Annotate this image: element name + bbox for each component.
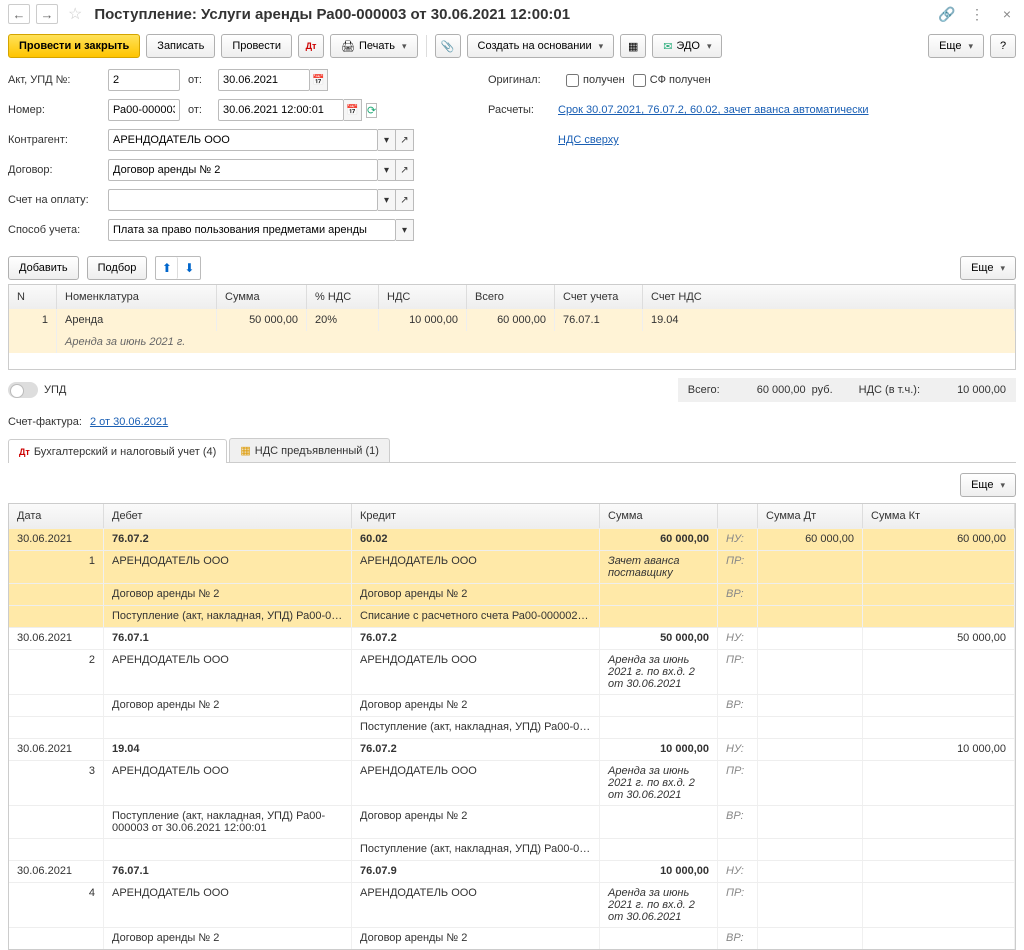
favorite-star-icon[interactable]: ☆ xyxy=(68,4,82,24)
upd-toggle[interactable] xyxy=(8,382,38,398)
print-button[interactable]: 🖨Печать xyxy=(330,34,418,58)
contract-input[interactable] xyxy=(108,159,378,181)
move-up-button[interactable]: ⬆ xyxy=(156,257,178,279)
accounting-grid: Дата Дебет Кредит Сумма Сумма Дт Сумма К… xyxy=(8,503,1016,950)
acc-row[interactable]: 1 АРЕНДОДАТЕЛЬ ООО АРЕНДОДАТЕЛЬ ООО Заче… xyxy=(9,550,1015,583)
acc-row[interactable]: 30.06.2021 19.04 76.07.2 10 000,00 НУ: 1… xyxy=(9,738,1015,760)
totals-box: Всего: 60 000,00 руб. НДС (в т.ч.): 10 0… xyxy=(678,378,1016,402)
act-label: Акт, УПД №: xyxy=(8,74,108,86)
pick-button[interactable]: Подбор xyxy=(87,256,148,280)
acc-row[interactable]: 2 АРЕНДОДАТЕЛЬ ООО АРЕНДОДАТЕЛЬ ООО Арен… xyxy=(9,649,1015,694)
acc-row[interactable]: Поступление (акт, накладная, УПД) Ра00-0… xyxy=(9,716,1015,738)
counterparty-input[interactable] xyxy=(108,129,378,151)
orig-label: Оригинал: xyxy=(488,74,558,86)
acc-row[interactable]: Поступление (акт, накладная, УПД) Ра00-0… xyxy=(9,805,1015,838)
printer-icon: 🖨 xyxy=(341,40,355,53)
refresh-icon[interactable]: ⟳ xyxy=(366,103,377,118)
vat-link[interactable]: НДС сверху xyxy=(558,134,619,146)
structure-icon: ▦ xyxy=(628,40,638,53)
nav-forward-button[interactable]: → xyxy=(36,4,58,24)
doc-icon: ▦ xyxy=(240,444,250,457)
help-button[interactable]: ? xyxy=(990,34,1016,58)
grid-row[interactable]: 1 Аренда 50 000,00 20% 10 000,00 60 000,… xyxy=(9,309,1015,331)
contract-label: Договор: xyxy=(8,164,108,176)
dropdown-icon[interactable]: ▾ xyxy=(378,159,396,181)
act-num-input[interactable] xyxy=(108,69,180,91)
acc-more-button[interactable]: Еще xyxy=(960,473,1016,497)
save-button[interactable]: Записать xyxy=(146,34,215,58)
acc-row[interactable]: Договор аренды № 2 Договор аренды № 2 ВР… xyxy=(9,694,1015,716)
nav-back-button[interactable]: ← xyxy=(8,4,30,24)
doc-date-input[interactable] xyxy=(218,99,344,121)
items-grid: N Номенклатура Сумма % НДС НДС Всего Сче… xyxy=(8,284,1016,370)
acc-row[interactable]: Поступление (акт, накладная, УПД) Ра00-0… xyxy=(9,605,1015,627)
vat-total-value: 10 000,00 xyxy=(926,384,1006,396)
num-label: Номер: xyxy=(8,104,108,116)
acc-row[interactable]: 30.06.2021 76.07.1 76.07.2 50 000,00 НУ:… xyxy=(9,627,1015,649)
acc-row[interactable]: 30.06.2021 76.07.1 76.07.9 10 000,00 НУ: xyxy=(9,860,1015,882)
edo-button[interactable]: ✉ЭДО xyxy=(652,34,722,58)
acc-row[interactable]: 30.06.2021 76.07.2 60.02 60 000,00 НУ: 6… xyxy=(9,528,1015,550)
open-icon[interactable]: ↗ xyxy=(396,159,414,181)
attach-button[interactable]: 📎 xyxy=(435,34,461,58)
acc-row[interactable]: 3 АРЕНДОДАТЕЛЬ ООО АРЕНДОДАТЕЛЬ ООО Арен… xyxy=(9,760,1015,805)
invoice-link[interactable]: 2 от 30.06.2021 xyxy=(90,416,168,428)
dropdown-icon[interactable]: ▾ xyxy=(378,129,396,151)
counter-label: Контрагент: xyxy=(8,134,108,146)
post-close-button[interactable]: Провести и закрыть xyxy=(8,34,140,58)
more-vert-icon[interactable]: ⋮ xyxy=(968,5,986,23)
calendar-icon[interactable]: 📅 xyxy=(310,69,328,91)
from-label2: от: xyxy=(188,104,218,116)
open-icon[interactable]: ↗ xyxy=(396,189,414,211)
sf-received-checkbox[interactable]: СФ получен xyxy=(633,74,711,87)
grid-subrow[interactable]: Аренда за июнь 2021 г. xyxy=(9,331,1015,353)
calendar-icon[interactable]: 📅 xyxy=(344,99,362,121)
received-checkbox[interactable]: получен xyxy=(566,74,625,87)
from-label: от: xyxy=(188,74,218,86)
invoice-label: Счет-фактура: xyxy=(8,416,82,428)
move-down-button[interactable]: ⬇ xyxy=(178,257,200,279)
calc-label: Расчеты: xyxy=(488,104,558,116)
grid-more-button[interactable]: Еще xyxy=(960,256,1016,280)
edo-icon: ✉ xyxy=(663,40,672,53)
dt-kt-icon: Дт xyxy=(19,447,30,457)
paperclip-icon: 📎 xyxy=(441,40,455,53)
dropdown-icon[interactable]: ▾ xyxy=(396,219,414,241)
grid-header: N Номенклатура Сумма % НДС НДС Всего Сче… xyxy=(9,285,1015,309)
calc-link[interactable]: Срок 30.07.2021, 76.07.2, 60.02, зачет а… xyxy=(558,104,869,116)
account-label: Счет на оплату: xyxy=(8,194,108,206)
create-based-button[interactable]: Создать на основании xyxy=(467,34,615,58)
close-icon[interactable]: × xyxy=(998,5,1016,23)
link-icon[interactable]: 🔗 xyxy=(938,5,956,23)
act-date-input[interactable] xyxy=(218,69,310,91)
method-label: Способ учета: xyxy=(8,224,108,236)
dropdown-icon[interactable]: ▾ xyxy=(378,189,396,211)
total-value: 60 000,00 xyxy=(726,384,806,396)
dt-kt-button[interactable]: Дт xyxy=(298,34,324,58)
more-button[interactable]: Еще xyxy=(928,34,984,58)
method-input[interactable] xyxy=(108,219,396,241)
acc-row[interactable]: Договор аренды № 2 Договор аренды № 2 ВР… xyxy=(9,583,1015,605)
doc-num-input[interactable] xyxy=(108,99,180,121)
account-input[interactable] xyxy=(108,189,378,211)
acc-row[interactable]: 4 АРЕНДОДАТЕЛЬ ООО АРЕНДОДАТЕЛЬ ООО Арен… xyxy=(9,882,1015,927)
post-button[interactable]: Провести xyxy=(221,34,292,58)
acc-row[interactable]: Поступление (акт, накладная, УПД) Ра00-0… xyxy=(9,838,1015,860)
acc-header: Дата Дебет Кредит Сумма Сумма Дт Сумма К… xyxy=(9,504,1015,528)
structure-button[interactable]: ▦ xyxy=(620,34,646,58)
tab-vat[interactable]: ▦ НДС предъявленный (1) xyxy=(229,438,390,462)
open-icon[interactable]: ↗ xyxy=(396,129,414,151)
window-title: Поступление: Услуги аренды Ра00-000003 о… xyxy=(94,6,926,23)
upd-label: УПД xyxy=(44,384,66,396)
add-button[interactable]: Добавить xyxy=(8,256,79,280)
tab-accounting[interactable]: Дт Бухгалтерский и налоговый учет (4) xyxy=(8,439,227,463)
acc-row[interactable]: Договор аренды № 2 Договор аренды № 2 ВР… xyxy=(9,927,1015,949)
